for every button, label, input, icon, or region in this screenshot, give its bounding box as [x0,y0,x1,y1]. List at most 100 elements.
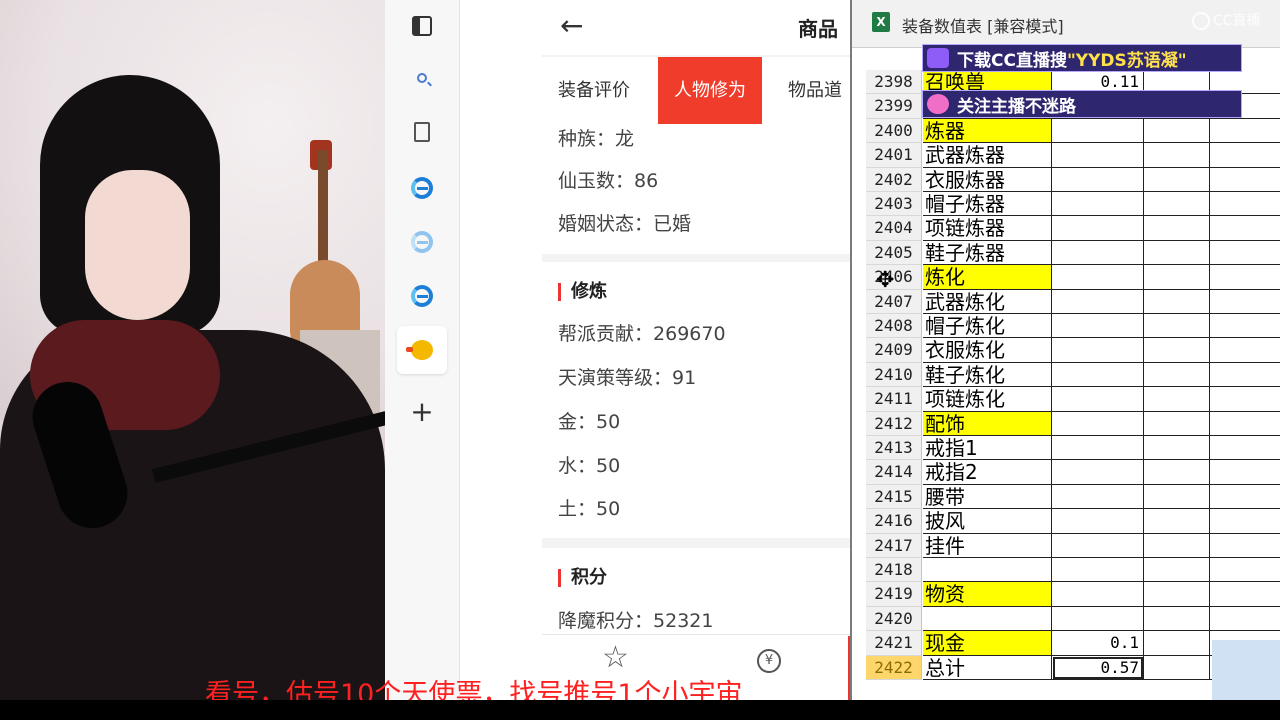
cell-value[interactable] [1052,192,1144,217]
row-number[interactable]: 2404 [866,216,922,241]
cell-empty[interactable] [1210,485,1280,510]
cell-value[interactable] [1052,411,1144,436]
cell-empty[interactable] [1144,338,1210,363]
cell-empty[interactable] [1144,606,1210,632]
row-number[interactable]: 2398 [866,70,922,95]
add-shortcut-button[interactable]: + [397,388,447,436]
cell-item-name[interactable]: 衣服炼器 [923,167,1052,192]
sheet-row[interactable]: 2404 项链炼器 [866,216,1280,241]
cell-empty[interactable] [1210,387,1280,412]
sheet-row[interactable]: 2416 披风 [866,509,1280,534]
cell-item-name[interactable]: 戒指2 [923,460,1052,485]
cell-value[interactable] [1052,387,1144,412]
cell-empty[interactable] [1210,558,1280,583]
cell-item-name[interactable]: 戒指1 [923,436,1052,461]
sheet-row[interactable]: 2413 戒指1 [866,436,1280,461]
cell-value[interactable] [1052,362,1144,388]
cell-empty[interactable] [1144,314,1210,339]
cell-item-name[interactable]: 项链炼化 [923,387,1052,412]
sheet-row[interactable]: 2419 物资 [866,582,1280,607]
row-number[interactable]: 2407 [866,289,922,314]
cell-value[interactable] [1052,314,1144,339]
app-shortcut-3[interactable] [397,272,447,320]
cell-value[interactable] [1052,118,1144,144]
cell-value[interactable] [1052,289,1144,314]
spreadsheet-grid[interactable]: 2398 召唤兽 0.11 2399 2400 炼器 2401 武器炼器 2402 衣服炼器 240… [866,48,1280,700]
cell-empty[interactable] [1210,143,1280,168]
row-number[interactable]: 2413 [866,436,922,461]
row-number[interactable]: 2409 [866,338,922,363]
sheet-row[interactable]: 2406 炼化 [866,265,1280,290]
cell-item-name[interactable]: 帽子炼器 [923,192,1052,217]
cell-item-name[interactable] [923,558,1052,583]
sheet-row[interactable]: 2403 帽子炼器 [866,192,1280,217]
cell-value[interactable] [1052,338,1144,363]
sheet-row[interactable]: 2405 鞋子炼器 [866,240,1280,266]
cell-empty[interactable] [1210,216,1280,241]
cell-value[interactable] [1052,484,1144,510]
tab-equipment-review[interactable]: 装备评价 [542,57,646,124]
cell-item-name[interactable]: 披风 [923,509,1052,534]
cell-empty[interactable] [1210,534,1280,558]
cell-empty[interactable] [1144,192,1210,217]
cell-empty[interactable] [1144,484,1210,510]
cell-value[interactable]: 0.1 [1052,631,1144,656]
app-shortcut-1[interactable] [397,164,447,212]
cell-value[interactable] [1052,167,1144,192]
cell-item-name[interactable]: 配饰 [923,411,1052,436]
row-number[interactable]: 2403 [866,192,922,217]
cell-empty[interactable] [1210,607,1280,632]
row-number[interactable]: 2415 [866,484,922,510]
sheet-row[interactable]: 2412 配饰 [866,411,1280,436]
cell-item-name[interactable] [923,606,1052,632]
cell-empty[interactable] [1144,558,1210,583]
app-shortcut-2[interactable] [397,218,447,266]
cell-value[interactable] [1052,533,1144,558]
sheet-row[interactable]: 2407 武器炼化 [866,289,1280,314]
row-number[interactable]: 2401 [866,143,922,168]
cell-empty[interactable] [1144,655,1210,680]
cell-value[interactable] [1052,240,1144,266]
sheet-row[interactable]: 2400 炼器 [866,118,1280,144]
row-number[interactable]: 2402 [866,167,922,192]
cell-value[interactable]: 0.57 [1052,655,1144,680]
cell-value[interactable] [1052,460,1144,485]
cell-item-name[interactable]: 项链炼器 [923,216,1052,241]
cell-value[interactable] [1052,436,1144,461]
cell-empty[interactable] [1144,289,1210,314]
cell-empty[interactable] [1144,118,1210,144]
row-number[interactable]: 2410 [866,362,922,388]
row-number[interactable]: 2412 [866,411,922,436]
sheet-row[interactable]: 2411 项链炼化 [866,387,1280,412]
cell-empty[interactable] [1144,240,1210,266]
sheet-row[interactable]: 2410 鞋子炼化 [866,362,1280,388]
cell-value[interactable] [1052,265,1144,290]
cell-value[interactable] [1052,509,1144,534]
cell-empty[interactable] [1210,192,1280,217]
window-toggle-button[interactable] [397,2,447,50]
cell-item-name[interactable]: 鞋子炼化 [923,362,1052,388]
cell-empty[interactable] [1210,509,1280,534]
cell-value[interactable] [1052,606,1144,632]
row-number[interactable]: 2419 [866,582,922,607]
row-number[interactable]: 2421 [866,631,922,656]
row-number[interactable]: 2405 [866,240,922,266]
cell-empty[interactable] [1210,314,1280,339]
back-arrow-icon[interactable]: ← [560,12,583,40]
row-number[interactable]: 2417 [866,533,922,558]
row-number[interactable]: 2420 [866,606,922,632]
row-number[interactable]: 2408 [866,314,922,339]
row-number[interactable]: 2422 [866,655,922,680]
cell-item-name[interactable]: 腰带 [923,484,1052,510]
tab-character-cultivation[interactable]: 人物修为 [658,57,762,124]
cell-empty[interactable] [1210,290,1280,314]
sheet-row[interactable]: 2418 [866,558,1280,583]
cell-empty[interactable] [1210,412,1280,436]
sheet-row[interactable]: 2415 腰带 [866,484,1280,510]
favorite-star-icon[interactable]: ☆ [602,643,629,673]
cell-item-name[interactable]: 帽子炼化 [923,314,1052,339]
cell-empty[interactable] [1144,631,1210,656]
sheet-row[interactable]: 2420 [866,606,1280,632]
cell-empty[interactable] [1144,436,1210,461]
cell-value[interactable] [1052,582,1144,607]
